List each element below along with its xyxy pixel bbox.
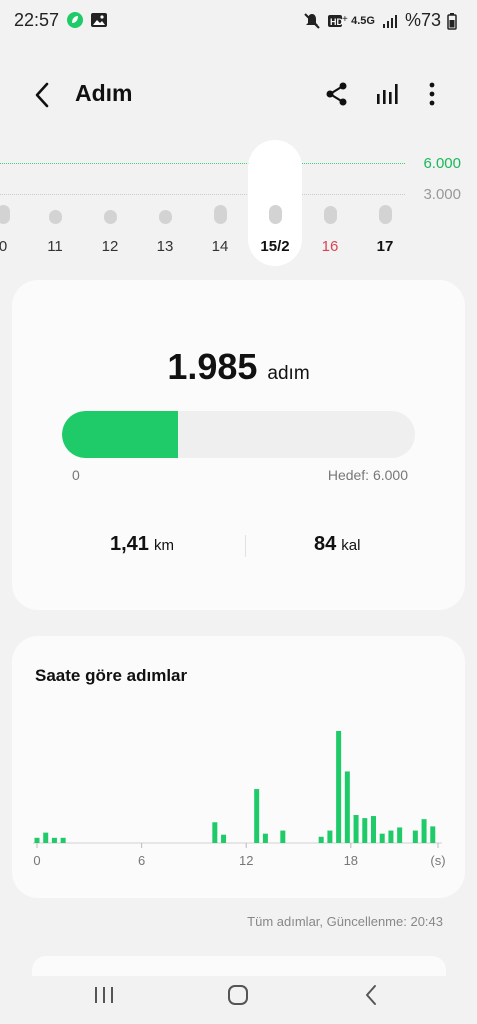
hour-bar	[51, 837, 57, 843]
day-bar[interactable]	[159, 210, 172, 224]
day-label[interactable]: 11	[40, 238, 70, 255]
hour-bar	[336, 731, 342, 843]
goal-line-low	[0, 194, 405, 195]
hour-bar	[318, 836, 324, 843]
goal-label-high: 6.000	[423, 155, 461, 172]
network-type: 4.5G	[351, 14, 375, 27]
goal-progress-bar	[62, 411, 415, 458]
hour-bar	[327, 830, 333, 843]
x-tick-label: 6	[138, 853, 145, 868]
hour-bar	[397, 827, 403, 843]
page-title: Adım	[75, 80, 133, 106]
calories-unit: kal	[341, 537, 361, 554]
hour-bar	[262, 833, 268, 843]
hour-bar	[344, 771, 350, 843]
hour-bar	[34, 837, 40, 843]
goal-label-low: 3.000	[423, 186, 461, 203]
calories-value: 84	[314, 533, 337, 555]
hour-bar	[221, 834, 227, 843]
signal-icon	[381, 12, 399, 30]
hourly-steps-chart: 0 6 12 18 (s)	[33, 731, 446, 868]
day-label-sunday[interactable]: 16	[315, 238, 345, 255]
last-updated-note: Tüm adımlar, Güncellenme: 20:43	[247, 914, 443, 929]
battery-percent: %73	[404, 10, 441, 30]
hour-bar	[412, 830, 418, 843]
x-tick-label: 18	[344, 853, 358, 868]
day-label[interactable]: 12	[95, 238, 125, 255]
day-bar[interactable]	[214, 205, 227, 224]
hour-bar	[254, 789, 260, 843]
day-bar[interactable]	[104, 210, 117, 224]
share-icon[interactable]	[323, 80, 351, 108]
x-tick-label: 12	[239, 853, 253, 868]
hour-bar	[60, 837, 66, 843]
gallery-notification-icon	[90, 11, 108, 29]
x-axis-unit: (s)	[430, 853, 445, 868]
hour-bar	[388, 830, 394, 843]
steps-total: 1.985 adım	[12, 346, 465, 388]
hour-bar	[212, 822, 218, 843]
distance-stat: 1,41 km	[110, 533, 174, 556]
distance-value: 1,41	[110, 533, 149, 555]
volte-icon: HD +	[327, 12, 348, 30]
day-selector: 6.000 3.000 0 11 12 13 14 15/2 16 17	[0, 140, 477, 270]
day-bar-selected[interactable]	[269, 205, 282, 224]
hour-bar	[430, 826, 436, 843]
x-tick-label: 0	[33, 853, 40, 868]
bar-chart-icon[interactable]	[373, 80, 401, 108]
svg-text:+: +	[342, 14, 348, 25]
progress-goal-label: Hedef: 6.000	[327, 467, 408, 483]
stat-divider	[245, 535, 246, 557]
progress-min-label: 0	[72, 467, 80, 483]
day-bar[interactable]	[49, 210, 62, 224]
hour-bar	[280, 830, 286, 843]
back-arrow-icon[interactable]	[28, 80, 58, 110]
hour-bar	[353, 815, 359, 843]
app-header: Adım	[0, 70, 477, 118]
more-options-icon[interactable]	[418, 80, 446, 108]
hour-bar	[370, 816, 376, 843]
hour-bar	[43, 832, 49, 843]
hour-bar	[379, 833, 385, 843]
steps-summary-card: 1.985 adım 0 Hedef: 6.000 1,41 km 84 kal	[12, 280, 465, 610]
day-bar[interactable]	[0, 205, 10, 224]
battery-icon	[447, 12, 465, 30]
system-nav-bar	[0, 970, 477, 1024]
day-bar[interactable]	[324, 206, 337, 224]
home-icon[interactable]	[223, 980, 253, 1010]
hour-bar	[362, 818, 368, 843]
hour-bar	[421, 819, 427, 843]
goal-progress-fill	[62, 411, 179, 458]
day-label[interactable]: 0	[0, 238, 18, 255]
day-label[interactable]: 13	[150, 238, 180, 255]
distance-unit: km	[153, 537, 174, 554]
recent-apps-icon[interactable]	[89, 980, 119, 1010]
steps-count: 1.985	[167, 346, 258, 387]
hourly-steps-card[interactable]: Saate göre adımlar 0 6 12 18 (s)	[12, 636, 465, 898]
day-label-selected[interactable]: 15/2	[260, 238, 290, 255]
day-bar[interactable]	[379, 205, 392, 224]
status-time: 22:57	[14, 10, 60, 30]
mute-icon	[303, 12, 321, 30]
calories-stat: 84 kal	[314, 533, 360, 556]
day-label-today[interactable]: 17	[370, 238, 400, 255]
status-bar: 22:57 HD + 4.5G %73	[0, 0, 477, 44]
day-label[interactable]: 14	[205, 238, 235, 255]
nav-back-icon[interactable]	[357, 980, 387, 1010]
goal-line-high	[0, 163, 405, 164]
leaf-notification-icon	[66, 11, 84, 29]
steps-unit: adım	[267, 363, 310, 384]
